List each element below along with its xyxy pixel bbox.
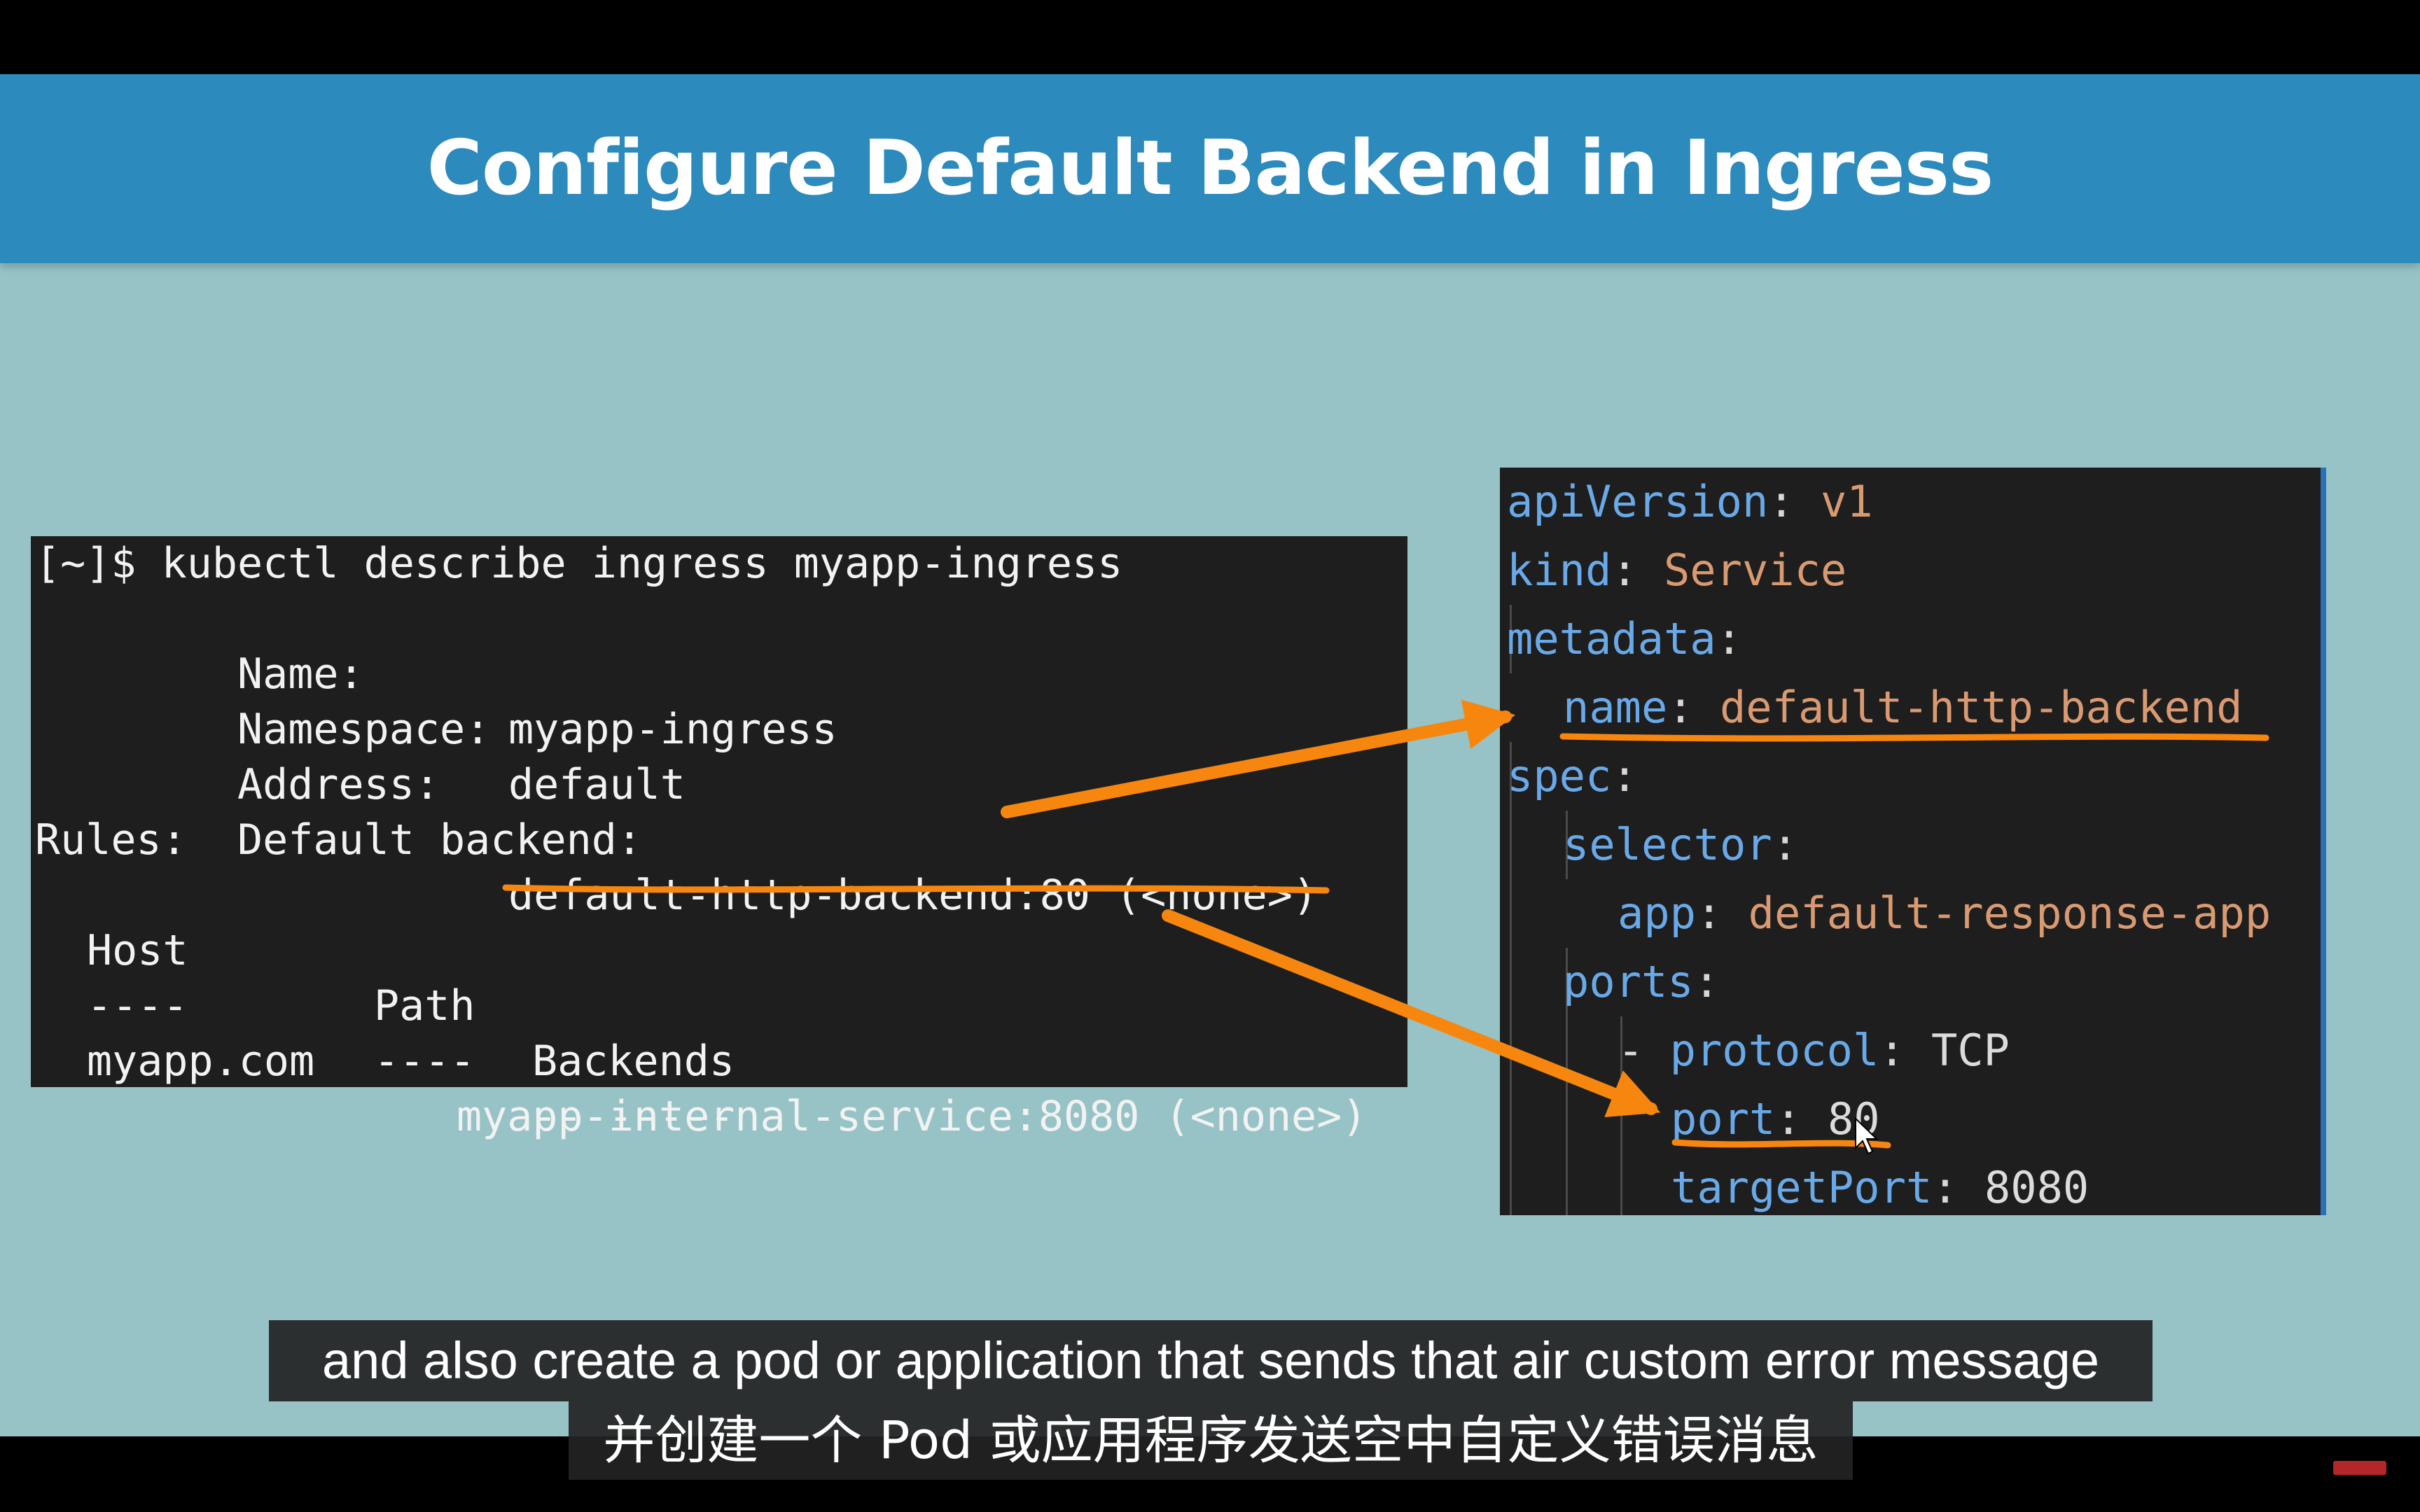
yaml-key: port: [1671, 1093, 1776, 1144]
yaml-line-metadata: metadata:: [1507, 613, 1742, 664]
terminal-field-namespace: Namespace: default: [35, 647, 1365, 809]
indent-guide: [1510, 742, 1512, 1215]
rule-host-row: myapp.com: [35, 979, 1365, 1086]
rule-backend: myapp-internal-service:8080 (<none>): [457, 1092, 1368, 1141]
yaml-key: kind: [1507, 545, 1612, 596]
yaml-editor: apiVersion: v1 kind: Service metadata: n…: [1500, 468, 2326, 1215]
yaml-key: app: [1618, 888, 1696, 939]
yaml-key: targetPort: [1671, 1162, 1933, 1213]
yaml-line-ports: ports:: [1563, 956, 1720, 1007]
yaml-key: metadata: [1507, 613, 1716, 664]
yaml-line-port: port: 80: [1671, 1093, 1880, 1144]
yaml-key: apiVersion: [1507, 476, 1769, 527]
yaml-value: Service: [1663, 545, 1847, 596]
yaml-value: default-http-backend: [1719, 682, 2243, 733]
yaml-value: TCP: [1931, 1025, 2010, 1076]
subtitle-english: and also create a pod or application tha…: [269, 1320, 2153, 1401]
slide-title: Configure Default Backend in Ingress: [426, 125, 1994, 212]
terminal-rules-label: Rules:: [35, 816, 187, 864]
terminal-panel: [~]$ kubectl describe ingress myapp-ingr…: [31, 536, 1407, 1141]
yaml-line-protocol: - protocol: TCP: [1618, 1025, 2010, 1076]
yaml-key: spec: [1507, 750, 1612, 802]
rule-backend-row: myapp-internal-service:8080 (<none>): [35, 1034, 1367, 1141]
rules-header-row: Host Path Backends: [35, 868, 1365, 1086]
yaml-line-selector: selector:: [1563, 819, 1798, 870]
yaml-key: ports: [1563, 956, 1694, 1007]
yaml-key: name: [1563, 682, 1668, 733]
yaml-value: 8080: [1984, 1162, 2089, 1213]
yaml-value: v1: [1820, 476, 1873, 527]
yaml-key: selector: [1563, 819, 1772, 870]
field-label: Default backend:: [237, 816, 642, 864]
terminal-field-address: Address:: [35, 702, 1365, 809]
terminal-field-name: Name: myapp-ingress: [35, 592, 1365, 754]
terminal-field-default-backend: Default backend: default-http-backend:80…: [35, 757, 1365, 920]
yaml-line-targetport: targetPort: 8080: [1671, 1162, 2089, 1213]
channel-badge-icon: [2333, 1461, 2386, 1475]
yaml-value: default-response-app: [1748, 888, 2272, 939]
yaml-line-spec: spec:: [1507, 750, 1638, 802]
rules-divider-row: ---- ---- --------: [35, 923, 1365, 1141]
yaml-line-name: name: default-http-backend: [1563, 682, 2243, 733]
yaml-value: 80: [1827, 1093, 1880, 1144]
yaml-key: protocol: [1669, 1025, 1879, 1076]
subtitle-chinese: 并创建一个 Pod 或应用程序发送空中自定义错误消息: [569, 1401, 1853, 1480]
yaml-line-app: app: default-response-app: [1618, 888, 2272, 939]
slide: Configure Default Backend in Ingress [~]…: [0, 74, 2420, 1436]
yaml-line-kind: kind: Service: [1507, 545, 1847, 596]
video-frame: Configure Default Backend in Ingress [~]…: [0, 0, 2420, 1512]
yaml-line-apiversion: apiVersion: v1: [1507, 476, 1873, 527]
terminal-command: [~]$ kubectl describe ingress myapp-ingr…: [35, 539, 1123, 588]
